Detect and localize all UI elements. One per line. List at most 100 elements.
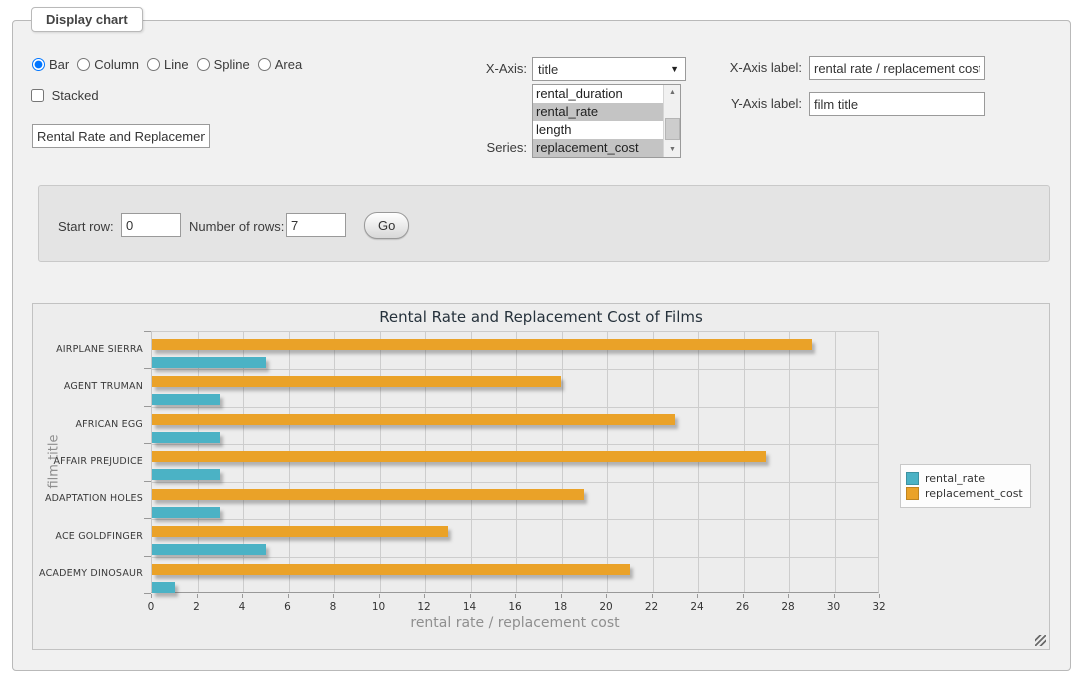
bar-rental_rate-agent-truman — [152, 394, 220, 405]
bar-replacement_cost-academy-dinosaur — [152, 564, 630, 575]
bar-replacement_cost-airplane-sierra — [152, 339, 812, 350]
x-tick-label: 18 — [546, 601, 576, 613]
chart-type-area[interactable]: Area — [258, 57, 302, 72]
number-of-rows-label: Number of rows: — [189, 219, 284, 234]
y-tick-mark — [144, 406, 151, 407]
chart-type-spline[interactable]: Spline — [197, 57, 250, 72]
chart-type-radio-area[interactable] — [258, 58, 271, 71]
x-tick-label: 30 — [819, 601, 849, 613]
legend-label: replacement_cost — [925, 487, 1023, 500]
bar-rental_rate-african-egg — [152, 432, 220, 443]
category-label: AIRPLANE SIERRA — [33, 344, 143, 355]
x-axis-label-input[interactable] — [809, 56, 985, 80]
x-tick-label: 20 — [591, 601, 621, 613]
number-of-rows-input[interactable] — [286, 213, 346, 237]
series-scrollbar[interactable]: ▲ ▼ — [663, 85, 680, 157]
x-tick-label: 12 — [409, 601, 439, 613]
page: { "panel": { "legend": "Display chart", … — [0, 0, 1081, 681]
category-label: ACE GOLDFINGER — [33, 531, 143, 542]
x-tick-label: 22 — [637, 601, 667, 613]
x-tick-mark — [834, 594, 835, 598]
x-tick-label: 24 — [682, 601, 712, 613]
bar-replacement_cost-ace-goldfinger — [152, 526, 448, 537]
chart-title-input[interactable] — [32, 124, 210, 148]
legend-swatch-rental_rate — [906, 472, 919, 485]
legend-swatch-replacement_cost — [906, 487, 919, 500]
chart-type-group: Bar Column Line Spline Area — [32, 57, 310, 72]
series-option-replacement_cost[interactable]: replacement_cost — [533, 139, 663, 157]
chart-type-radio-line[interactable] — [147, 58, 160, 71]
chart-type-label: Bar — [49, 57, 69, 72]
stacked-label: Stacked — [52, 88, 99, 103]
chart-type-radio-bar[interactable] — [32, 58, 45, 71]
series-list[interactable]: rental_durationrental_ratelengthreplacem… — [532, 84, 681, 158]
gridline-vertical — [789, 332, 790, 592]
chart-type-column[interactable]: Column — [77, 57, 139, 72]
gridline-vertical — [835, 332, 836, 592]
x-tick-label: 8 — [318, 601, 348, 613]
bar-replacement_cost-african-egg — [152, 414, 675, 425]
stacked-checkbox-row[interactable]: Stacked — [31, 88, 99, 103]
chart-type-label: Spline — [214, 57, 250, 72]
chart-type-label: Line — [164, 57, 189, 72]
bar-rental_rate-adaptation-holes — [152, 507, 220, 518]
x-tick-mark — [333, 594, 334, 598]
x-tick-label: 4 — [227, 601, 257, 613]
chart-legend: rental_ratereplacement_cost — [900, 464, 1031, 508]
category-label: AFFAIR PREJUDICE — [33, 456, 143, 467]
y-tick-mark — [144, 481, 151, 482]
bar-replacement_cost-affair-prejudice — [152, 451, 766, 462]
x-axis-label-caption: X-Axis label: — [703, 60, 802, 75]
series-list-options: rental_durationrental_ratelengthreplacem… — [533, 85, 663, 157]
scrollbar-thumb[interactable] — [665, 118, 680, 140]
chart-type-label: Column — [94, 57, 139, 72]
gridline-horizontal — [152, 407, 878, 408]
x-tick-mark — [197, 594, 198, 598]
series-option-rental_rate[interactable]: rental_rate — [533, 103, 663, 121]
category-label: ADAPTATION HOLES — [33, 493, 143, 504]
x-tick-label: 14 — [455, 601, 485, 613]
x-tick-mark — [470, 594, 471, 598]
chart-type-bar[interactable]: Bar — [32, 57, 69, 72]
stacked-checkbox[interactable] — [31, 89, 44, 102]
y-tick-mark — [144, 593, 151, 594]
panel-title: Display chart — [31, 7, 143, 32]
x-tick-mark — [697, 594, 698, 598]
dropdown-arrow-icon: ▼ — [670, 64, 679, 74]
start-row-input[interactable] — [121, 213, 181, 237]
gridline-horizontal — [152, 482, 878, 483]
chart-type-radio-column[interactable] — [77, 58, 90, 71]
resize-grip-icon[interactable] — [1035, 635, 1046, 646]
x-tick-label: 28 — [773, 601, 803, 613]
series-list-label: Series: — [443, 140, 527, 155]
gridline-horizontal — [152, 557, 878, 558]
scroll-up-icon[interactable]: ▲ — [664, 85, 681, 100]
x-axis-select[interactable]: title ▼ — [532, 57, 686, 81]
chart-type-radio-spline[interactable] — [197, 58, 210, 71]
category-label: AFRICAN EGG — [33, 419, 143, 430]
x-tick-mark — [242, 594, 243, 598]
chart-type-label: Area — [275, 57, 302, 72]
display-chart-panel: Display chart BarColumnLineSplineArea St… — [12, 20, 1071, 671]
chart-x-axis-label: rental rate / replacement cost — [151, 615, 879, 631]
x-tick-mark — [743, 594, 744, 598]
series-option-rental_duration[interactable]: rental_duration — [533, 85, 663, 103]
x-tick-mark — [424, 594, 425, 598]
series-option-length[interactable]: length — [533, 121, 663, 139]
x-tick-mark — [379, 594, 380, 598]
x-tick-label: 0 — [136, 601, 166, 613]
chart-type-line[interactable]: Line — [147, 57, 189, 72]
scroll-down-icon[interactable]: ▼ — [664, 142, 681, 157]
x-tick-mark — [652, 594, 653, 598]
bar-rental_rate-academy-dinosaur — [152, 582, 175, 593]
y-axis-label-caption: Y-Axis label: — [703, 96, 802, 111]
start-row-label: Start row: — [58, 219, 114, 234]
category-label: AGENT TRUMAN — [33, 381, 143, 392]
y-tick-mark — [144, 518, 151, 519]
x-tick-mark — [561, 594, 562, 598]
x-tick-label: 16 — [500, 601, 530, 613]
y-axis-label-input[interactable] — [809, 92, 985, 116]
bar-rental_rate-ace-goldfinger — [152, 544, 266, 555]
legend-entry-replacement_cost: replacement_cost — [906, 487, 1023, 500]
go-button[interactable]: Go — [364, 212, 409, 239]
